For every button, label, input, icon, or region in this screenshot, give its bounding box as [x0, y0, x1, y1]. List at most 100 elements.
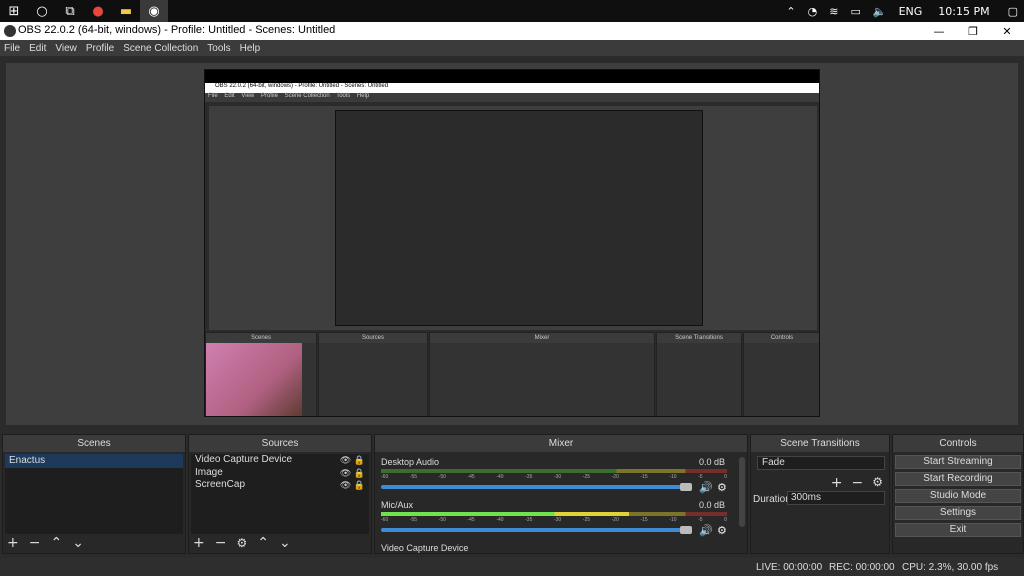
preview-dock-sources: Sources: [318, 332, 428, 416]
start-recording-button[interactable]: Start Recording: [895, 472, 1021, 486]
add-transition-icon[interactable]: +: [831, 475, 843, 491]
volume-slider[interactable]: [381, 528, 686, 532]
gear-icon[interactable]: ⚙: [717, 481, 727, 494]
eye-icon[interactable]: 👁: [340, 468, 351, 478]
gear-icon[interactable]: ⚙: [872, 475, 883, 491]
exit-button[interactable]: Exit: [895, 523, 1021, 537]
notification-icon[interactable]: ▢: [1008, 5, 1018, 18]
clock[interactable]: 10:15 PM: [938, 5, 989, 18]
preview-menu-item: Scene Collection: [284, 93, 330, 99]
preview-dock-title: Sources: [319, 333, 427, 343]
eye-icon[interactable]: 👁: [340, 480, 351, 490]
volume-slider-handle[interactable]: [680, 526, 692, 534]
volume-icon[interactable]: 🔈: [873, 5, 887, 18]
move-up-icon[interactable]: ⌃: [50, 535, 62, 551]
volume-slider[interactable]: [381, 485, 686, 489]
maximize-button[interactable]: ❐: [956, 22, 990, 40]
gear-icon[interactable]: ⚙: [236, 536, 247, 550]
mixer-channel-db: 0.0 dB: [698, 457, 725, 467]
add-scene-icon[interactable]: +: [7, 535, 19, 551]
preview-dock-title: Scenes: [206, 333, 316, 343]
source-item[interactable]: Video Capture Device 👁 🔒: [191, 454, 369, 467]
preview-dock-title: Mixer: [430, 333, 654, 343]
network-icon[interactable]: ◔: [808, 5, 818, 18]
remove-scene-icon[interactable]: −: [29, 535, 41, 551]
scene-item[interactable]: Enactus: [5, 454, 183, 468]
menu-edit[interactable]: Edit: [29, 43, 46, 54]
audio-meter-level: [381, 512, 629, 516]
preview-window-title: OBS 22.0.2 (64-bit, windows) - Profile: …: [205, 83, 819, 93]
start-streaming-button[interactable]: Start Streaming: [895, 455, 1021, 469]
preview-nested-canvas: [209, 106, 817, 330]
preview-menu-item: Tools: [336, 93, 351, 99]
sources-list[interactable]: Video Capture Device 👁 🔒 Image 👁 🔒 Scree…: [191, 454, 369, 534]
menu-scene-collection[interactable]: Scene Collection: [123, 43, 198, 54]
preview-menu-item: Profile: [260, 93, 278, 99]
menu-view[interactable]: View: [55, 43, 77, 54]
preview-canvas[interactable]: OBS 22.0.2 (64-bit, windows) - Profile: …: [204, 69, 820, 417]
battery-icon[interactable]: ▭: [850, 5, 860, 18]
obs-taskbar-icon[interactable]: ◉: [140, 0, 168, 22]
transitions-dock: Scene Transitions Fade + − ⚙ Duration 30…: [750, 434, 890, 554]
chevron-up-icon[interactable]: ⌃: [786, 5, 795, 18]
remove-source-icon[interactable]: −: [215, 535, 227, 551]
preview-dock-transitions: Scene Transitions: [656, 332, 742, 416]
menu-bar: File Edit View Profile Scene Collection …: [0, 40, 1024, 56]
scenes-list[interactable]: Enactus: [5, 454, 183, 534]
menu-profile[interactable]: Profile: [86, 43, 114, 54]
volume-slider-handle[interactable]: [680, 483, 692, 491]
source-item-label: Video Capture Device: [195, 454, 293, 465]
task-view-icon[interactable]: ⧉: [56, 0, 84, 22]
chrome-icon[interactable]: ●: [84, 0, 112, 22]
preview-dock-mixer: Mixer: [429, 332, 655, 416]
close-button[interactable]: ✕: [990, 22, 1024, 40]
status-bar: LIVE: 00:00:00 REC: 00:00:00 CPU: 2.3%, …: [0, 558, 1024, 576]
speaker-icon[interactable]: 🔊: [699, 481, 713, 494]
live-status: LIVE: 00:00:00: [756, 562, 823, 573]
cpu-status: CPU: 2.3%, 30.00 fps: [902, 562, 999, 573]
mixer-scrollbar[interactable]: [739, 457, 745, 527]
move-down-icon[interactable]: ⌄: [279, 535, 291, 551]
move-down-icon[interactable]: ⌄: [72, 535, 84, 551]
transition-select[interactable]: Fade: [757, 456, 885, 470]
settings-button[interactable]: Settings: [895, 506, 1021, 520]
file-explorer-icon[interactable]: ▬: [112, 0, 140, 22]
remove-transition-icon[interactable]: −: [852, 475, 864, 491]
add-source-icon[interactable]: +: [193, 535, 205, 551]
source-item[interactable]: ScreenCap 👁 🔒: [191, 479, 369, 492]
mixer-channel: Desktop Audio 0.0 dB -60 -55 -50 -45 -40 -35-…: [379, 457, 731, 499]
preview-webcam-image: [206, 343, 302, 416]
sources-dock: Sources Video Capture Device 👁 🔒 Image 👁…: [188, 434, 372, 554]
source-item-label: Image: [195, 466, 223, 478]
meter-ticks: -60 -55 -50 -45 -40 -35 -30 -25 -20 -15 -10 -5 0: [381, 517, 727, 523]
menu-tools[interactable]: Tools: [207, 43, 230, 54]
duration-label: Duration: [753, 494, 791, 505]
window-titlebar: OBS 22.0.2 (64-bit, windows) - Profile: …: [0, 22, 1024, 40]
source-item-label: ScreenCap: [195, 479, 246, 490]
preview-menu-item: View: [241, 93, 255, 99]
mixer-channel: Mic/Aux 0.0 dB -60 -55 -50 -45 -40 -35 -30 -25-…: [379, 500, 731, 542]
studio-mode-button[interactable]: Studio Mode: [895, 489, 1021, 503]
windows-start-icon[interactable]: ⊞: [0, 0, 28, 22]
language-indicator[interactable]: ENG: [899, 5, 923, 18]
preview-docks: Scenes Sources Mixer Scene Transitions C…: [205, 332, 819, 416]
speaker-icon[interactable]: 🔊: [699, 524, 713, 537]
gear-icon[interactable]: ⚙: [717, 524, 727, 537]
cortana-icon[interactable]: ○: [28, 0, 56, 22]
move-up-icon[interactable]: ⌃: [257, 535, 269, 551]
eye-icon[interactable]: 👁: [340, 455, 351, 465]
preview-nested-canvas-2: [335, 110, 703, 326]
window-title: OBS 22.0.2 (64-bit, windows) - Profile: …: [18, 24, 336, 36]
wifi-icon[interactable]: ≋: [829, 5, 838, 18]
duration-input[interactable]: 300ms: [787, 491, 885, 505]
meter-ticks: -60 -55 -50 -45 -40 -35 -30 -25 -20 -15 -10 -5 0: [381, 474, 727, 480]
minimize-button[interactable]: —: [922, 22, 956, 40]
lock-icon[interactable]: 🔒: [354, 468, 365, 478]
menu-file[interactable]: File: [4, 43, 20, 54]
source-item[interactable]: Image 👁 🔒: [191, 467, 369, 480]
audio-meter: [381, 469, 727, 473]
menu-help[interactable]: Help: [240, 43, 261, 54]
lock-icon[interactable]: 🔒: [354, 455, 365, 465]
mixer-dock: Mixer Desktop Audio 0.0 dB -60 -55 -50 -45-…: [374, 434, 748, 554]
lock-icon[interactable]: 🔒: [354, 480, 365, 490]
